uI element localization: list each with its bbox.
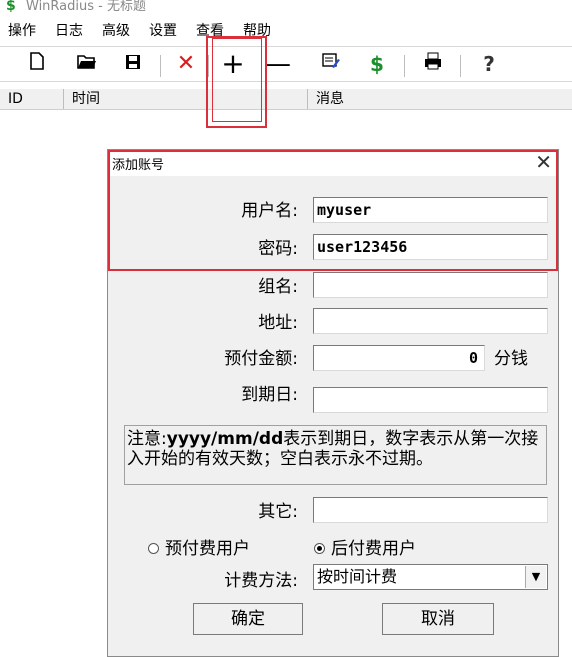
column-id[interactable]: ID xyxy=(0,89,64,109)
prepaid-user-radio-label: 预付费用户 xyxy=(165,539,250,559)
billing-method-value: 按时间计费 xyxy=(317,567,398,586)
highlight-credentials xyxy=(108,150,558,271)
edit-icon[interactable] xyxy=(318,51,344,77)
window-title: WinRadius - 无标题 xyxy=(26,0,146,14)
billing-method-select[interactable]: 按时间计费 ▼ xyxy=(313,564,548,590)
column-message[interactable]: 消息 xyxy=(308,89,572,109)
group-field[interactable] xyxy=(313,272,548,298)
highlight-add-button-inner xyxy=(212,38,262,122)
menu-log[interactable]: 日志 xyxy=(55,20,83,40)
menu-operate[interactable]: 操作 xyxy=(8,20,36,40)
address-field[interactable] xyxy=(313,308,548,334)
expiry-date-field[interactable] xyxy=(313,387,548,413)
menu-bar: 操作 日志 高级 设置 查看 帮助 xyxy=(0,20,572,42)
menu-advanced[interactable]: 高级 xyxy=(102,20,130,40)
postpaid-user-radio-label: 后付费用户 xyxy=(331,539,416,559)
log-list-header: ID 时间 消息 xyxy=(0,89,572,110)
prepaid-amount-field[interactable]: 0 xyxy=(313,345,485,371)
column-time[interactable]: 时间 xyxy=(64,89,308,109)
app-dollar-icon: $ xyxy=(6,0,16,14)
billing-method-label: 计费方法: xyxy=(224,571,298,591)
note-prefix: 注意: xyxy=(127,429,167,449)
prepaid-user-radio[interactable]: 预付费用户 xyxy=(148,534,250,559)
delete-icon[interactable]: ✕ xyxy=(173,51,199,77)
save-disk-icon[interactable] xyxy=(120,51,146,77)
print-icon[interactable] xyxy=(420,51,446,77)
postpaid-user-radio[interactable]: 后付费用户 xyxy=(314,534,416,559)
other-field[interactable] xyxy=(313,497,548,523)
ok-button[interactable]: 确定 xyxy=(193,603,303,635)
toolbar: ✕ + — $ ? xyxy=(0,46,572,82)
prepaid-unit: 分钱 xyxy=(494,349,528,369)
remove-minus-icon[interactable]: — xyxy=(265,51,291,77)
expiry-note: 注意:yyyy/mm/dd表示到期日，数字表示从第一次接入开始的有效天数；空白表… xyxy=(124,425,547,485)
address-label: 地址: xyxy=(258,313,298,333)
other-label: 其它: xyxy=(258,502,298,522)
menu-settings[interactable]: 设置 xyxy=(149,20,177,40)
open-folder-icon[interactable] xyxy=(74,51,100,77)
window-titlebar: $ WinRadius - 无标题 xyxy=(0,0,572,16)
chevron-down-icon[interactable]: ▼ xyxy=(525,566,546,588)
radio-unchecked-icon xyxy=(148,542,159,554)
help-icon[interactable]: ? xyxy=(476,51,502,77)
prepaid-amount-label: 预付金额: xyxy=(224,349,298,369)
expiry-date-label: 到期日: xyxy=(241,385,298,405)
group-label: 组名: xyxy=(258,277,298,297)
new-file-icon[interactable] xyxy=(24,51,50,77)
cancel-button[interactable]: 取消 xyxy=(382,603,494,635)
dollar-icon[interactable]: $ xyxy=(364,51,390,77)
radio-checked-icon xyxy=(314,542,325,554)
note-format: yyyy/mm/dd xyxy=(166,429,284,449)
